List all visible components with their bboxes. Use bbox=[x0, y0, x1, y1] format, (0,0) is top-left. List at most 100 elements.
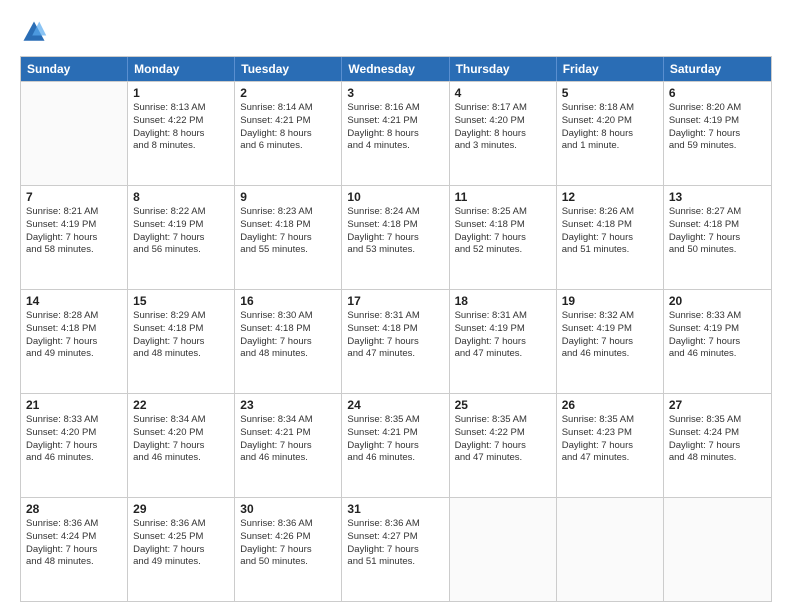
header bbox=[20, 18, 772, 46]
calendar-cell: 9Sunrise: 8:23 AMSunset: 4:18 PMDaylight… bbox=[235, 186, 342, 289]
day-number: 28 bbox=[26, 502, 122, 516]
cell-info: Sunrise: 8:20 AMSunset: 4:19 PMDaylight:… bbox=[669, 102, 766, 153]
calendar-header-cell: Wednesday bbox=[342, 57, 449, 81]
calendar-cell: 27 Sunrise: 8:35 AMSunset: 4:24 PMDayligh… bbox=[664, 394, 771, 497]
day-number: 25 bbox=[455, 398, 551, 412]
day-number: 17 bbox=[347, 294, 443, 308]
cell-info: Sunrise: 8:13 AMSunset: 4:22 PMDaylight:… bbox=[133, 102, 229, 153]
calendar-cell: 21 Sunrise: 8:33 AMSunset: 4:20 PMDayligh… bbox=[21, 394, 128, 497]
day-number: 30 bbox=[240, 502, 336, 516]
day-number: 4 bbox=[455, 86, 551, 100]
calendar-header-cell: Saturday bbox=[664, 57, 771, 81]
day-number: 12 bbox=[562, 190, 658, 204]
day-number: 5 bbox=[562, 86, 658, 100]
cell-info: Sunrise: 8:14 AMSunset: 4:21 PMDaylight:… bbox=[240, 102, 336, 153]
cell-info: Sunrise: 8:18 AMSunset: 4:20 PMDaylight:… bbox=[562, 102, 658, 153]
cell-info: Sunrise: 8:34 AMSunset: 4:21 PMDaylight:… bbox=[240, 414, 336, 465]
cell-info: Sunrise: 8:24 AMSunset: 4:18 PMDaylight:… bbox=[347, 206, 443, 257]
cell-info: Sunrise: 8:34 AMSunset: 4:20 PMDaylight:… bbox=[133, 414, 229, 465]
calendar-header-cell: Tuesday bbox=[235, 57, 342, 81]
page: SundayMondayTuesdayWednesdayThursdayFrid… bbox=[0, 0, 792, 612]
calendar-cell: 17 Sunrise: 8:31 AMSunset: 4:18 PMDayligh… bbox=[342, 290, 449, 393]
day-number: 22 bbox=[133, 398, 229, 412]
cell-info: Sunrise: 8:36 AMSunset: 4:26 PMDaylight:… bbox=[240, 518, 336, 569]
calendar-header-cell: Sunday bbox=[21, 57, 128, 81]
calendar-body: 1 Sunrise: 8:13 AMSunset: 4:22 PMDaylight… bbox=[21, 81, 771, 601]
day-number: 23 bbox=[240, 398, 336, 412]
calendar-cell: 15 Sunrise: 8:29 AMSunset: 4:18 PMDayligh… bbox=[128, 290, 235, 393]
cell-info: Sunrise: 8:36 AMSunset: 4:27 PMDaylight:… bbox=[347, 518, 443, 569]
cell-info: Sunrise: 8:35 AMSunset: 4:21 PMDaylight:… bbox=[347, 414, 443, 465]
calendar-cell: 2 Sunrise: 8:14 AMSunset: 4:21 PMDaylight… bbox=[235, 82, 342, 185]
cell-info: Sunrise: 8:33 AMSunset: 4:19 PMDaylight:… bbox=[669, 310, 766, 361]
day-number: 1 bbox=[133, 86, 229, 100]
calendar-cell: 18 Sunrise: 8:31 AMSunset: 4:19 PMDayligh… bbox=[450, 290, 557, 393]
calendar-cell bbox=[557, 498, 664, 601]
day-number: 7 bbox=[26, 190, 122, 204]
day-number: 11 bbox=[455, 190, 551, 204]
day-number: 8 bbox=[133, 190, 229, 204]
day-number: 2 bbox=[240, 86, 336, 100]
logo-icon bbox=[20, 18, 48, 46]
day-number: 21 bbox=[26, 398, 122, 412]
day-number: 16 bbox=[240, 294, 336, 308]
calendar-cell: 13 Sunrise: 8:27 AMSunset: 4:18 PMDayligh… bbox=[664, 186, 771, 289]
cell-info: Sunrise: 8:30 AMSunset: 4:18 PMDaylight:… bbox=[240, 310, 336, 361]
calendar-cell: 11 Sunrise: 8:25 AMSunset: 4:18 PMDayligh… bbox=[450, 186, 557, 289]
calendar-row: 28 Sunrise: 8:36 AMSunset: 4:24 PMDayligh… bbox=[21, 497, 771, 601]
day-number: 14 bbox=[26, 294, 122, 308]
calendar-header-cell: Thursday bbox=[450, 57, 557, 81]
day-number: 15 bbox=[133, 294, 229, 308]
calendar-cell: 4 Sunrise: 8:17 AMSunset: 4:20 PMDaylight… bbox=[450, 82, 557, 185]
calendar-cell bbox=[21, 82, 128, 185]
day-number: 26 bbox=[562, 398, 658, 412]
cell-info: Sunrise: 8:22 AMSunset: 4:19 PMDaylight:… bbox=[133, 206, 229, 257]
calendar-cell: 25 Sunrise: 8:35 AMSunset: 4:22 PMDayligh… bbox=[450, 394, 557, 497]
day-number: 18 bbox=[455, 294, 551, 308]
calendar-cell: 8 Sunrise: 8:22 AMSunset: 4:19 PMDaylight… bbox=[128, 186, 235, 289]
day-number: 27 bbox=[669, 398, 766, 412]
cell-info: Sunrise: 8:27 AMSunset: 4:18 PMDaylight:… bbox=[669, 206, 766, 257]
calendar-cell: 1 Sunrise: 8:13 AMSunset: 4:22 PMDaylight… bbox=[128, 82, 235, 185]
day-number: 19 bbox=[562, 294, 658, 308]
cell-info: Sunrise: 8:29 AMSunset: 4:18 PMDaylight:… bbox=[133, 310, 229, 361]
calendar-cell: 14Sunrise: 8:28 AMSunset: 4:18 PMDayligh… bbox=[21, 290, 128, 393]
day-number: 24 bbox=[347, 398, 443, 412]
cell-info: Sunrise: 8:21 AMSunset: 4:19 PMDaylight:… bbox=[26, 206, 122, 257]
calendar-cell: 12 Sunrise: 8:26 AMSunset: 4:18 PMDayligh… bbox=[557, 186, 664, 289]
calendar-cell: 19 Sunrise: 8:32 AMSunset: 4:19 PMDayligh… bbox=[557, 290, 664, 393]
cell-info: Sunrise: 8:35 AMSunset: 4:24 PMDaylight:… bbox=[669, 414, 766, 465]
cell-info: Sunrise: 8:16 AMSunset: 4:21 PMDaylight:… bbox=[347, 102, 443, 153]
cell-info: Sunrise: 8:32 AMSunset: 4:19 PMDaylight:… bbox=[562, 310, 658, 361]
calendar-cell: 22 Sunrise: 8:34 AMSunset: 4:20 PMDayligh… bbox=[128, 394, 235, 497]
calendar-header-cell: Monday bbox=[128, 57, 235, 81]
calendar-cell: 30 Sunrise: 8:36 AMSunset: 4:26 PMDayligh… bbox=[235, 498, 342, 601]
cell-info: Sunrise: 8:25 AMSunset: 4:18 PMDaylight:… bbox=[455, 206, 551, 257]
calendar-row: 21 Sunrise: 8:33 AMSunset: 4:20 PMDayligh… bbox=[21, 393, 771, 497]
day-number: 20 bbox=[669, 294, 766, 308]
cell-info: Sunrise: 8:26 AMSunset: 4:18 PMDaylight:… bbox=[562, 206, 658, 257]
calendar-cell: 20 Sunrise: 8:33 AMSunset: 4:19 PMDayligh… bbox=[664, 290, 771, 393]
calendar-cell: 28 Sunrise: 8:36 AMSunset: 4:24 PMDayligh… bbox=[21, 498, 128, 601]
calendar-cell: 29Sunrise: 8:36 AMSunset: 4:25 PMDayligh… bbox=[128, 498, 235, 601]
calendar-cell: 5 Sunrise: 8:18 AMSunset: 4:20 PMDaylight… bbox=[557, 82, 664, 185]
calendar-cell: 7 Sunrise: 8:21 AMSunset: 4:19 PMDaylight… bbox=[21, 186, 128, 289]
day-number: 31 bbox=[347, 502, 443, 516]
cell-info: Sunrise: 8:33 AMSunset: 4:20 PMDaylight:… bbox=[26, 414, 122, 465]
cell-info: Sunrise: 8:31 AMSunset: 4:18 PMDaylight:… bbox=[347, 310, 443, 361]
calendar-cell: 16 Sunrise: 8:30 AMSunset: 4:18 PMDayligh… bbox=[235, 290, 342, 393]
cell-info: Sunrise: 8:31 AMSunset: 4:19 PMDaylight:… bbox=[455, 310, 551, 361]
calendar-cell: 6Sunrise: 8:20 AMSunset: 4:19 PMDaylight… bbox=[664, 82, 771, 185]
calendar-row: 1 Sunrise: 8:13 AMSunset: 4:22 PMDaylight… bbox=[21, 81, 771, 185]
day-number: 13 bbox=[669, 190, 766, 204]
calendar-cell: 10Sunrise: 8:24 AMSunset: 4:18 PMDayligh… bbox=[342, 186, 449, 289]
calendar-cell: 24 Sunrise: 8:35 AMSunset: 4:21 PMDayligh… bbox=[342, 394, 449, 497]
calendar-cell: 3Sunrise: 8:16 AMSunset: 4:21 PMDaylight… bbox=[342, 82, 449, 185]
cell-info: Sunrise: 8:23 AMSunset: 4:18 PMDaylight:… bbox=[240, 206, 336, 257]
calendar-header-row: SundayMondayTuesdayWednesdayThursdayFrid… bbox=[21, 57, 771, 81]
cell-info: Sunrise: 8:35 AMSunset: 4:22 PMDaylight:… bbox=[455, 414, 551, 465]
calendar-row: 7 Sunrise: 8:21 AMSunset: 4:19 PMDaylight… bbox=[21, 185, 771, 289]
calendar-cell: 26Sunrise: 8:35 AMSunset: 4:23 PMDayligh… bbox=[557, 394, 664, 497]
cell-info: Sunrise: 8:17 AMSunset: 4:20 PMDaylight:… bbox=[455, 102, 551, 153]
cell-info: Sunrise: 8:36 AMSunset: 4:24 PMDaylight:… bbox=[26, 518, 122, 569]
